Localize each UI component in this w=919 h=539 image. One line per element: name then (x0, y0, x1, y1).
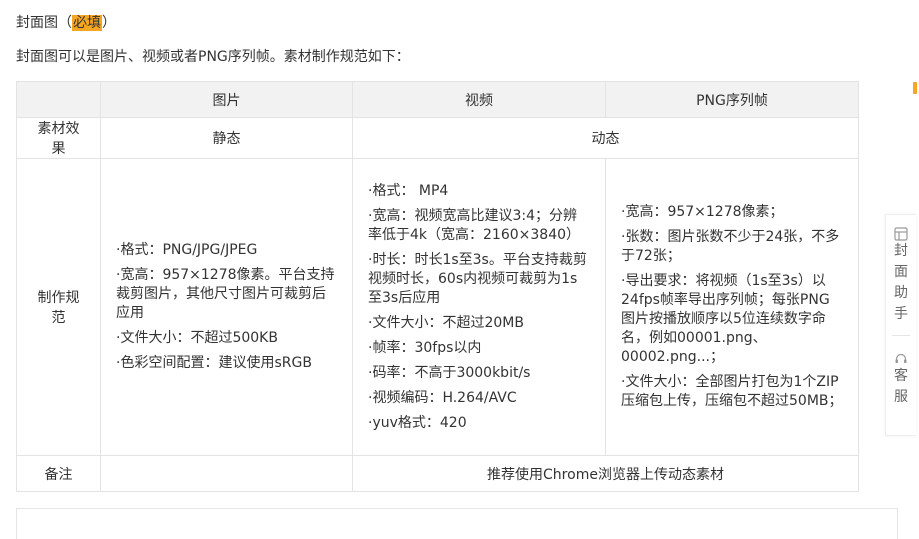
header-cell-image: 图片 (100, 81, 353, 118)
image-spec-item: ·格式：PNG/JPG/JPEG (116, 242, 258, 258)
table-header-row: 图片 视频 PNG序列帧 (16, 81, 859, 118)
header-cell-video: 视频 (352, 81, 606, 118)
video-spec-item: ·视频编码：H.264/AVC (368, 389, 517, 406)
header-cell-png: PNG序列帧 (605, 81, 859, 118)
png-spec-item: ·文件大小：全部图片打包为1个ZIP压缩包上传，压缩包不超过50MB； (621, 374, 843, 409)
video-spec-item: ·yuv格式：420 (368, 414, 467, 431)
effect-label: 素材效果 (16, 117, 101, 159)
helper-label-char: 封 (894, 243, 908, 259)
video-spec-item: ·码率：不高于3000kbit/s (368, 364, 531, 381)
video-spec-item: ·宽高：视频宽高比建议3:4；分辨率低于4k（宽高：2160×3840） (368, 207, 581, 243)
png-spec-item: ·导出要求：将视频（1s至3s）以24fps帧率导出序列帧；每张PNG图片按播放… (621, 273, 830, 365)
customer-service-button[interactable]: 客 服 (894, 340, 908, 408)
png-spec-item: ·宽高：957×1278像素； (621, 204, 784, 220)
service-label-char: 客 (894, 368, 908, 384)
png-spec-cell: ·宽高：957×1278像素； ·张数：图片张数不少于24张，不多于72张； ·… (605, 158, 859, 456)
note-image (100, 455, 353, 492)
service-label-char: 服 (894, 389, 908, 405)
spec-label: 制作规范 (16, 158, 101, 456)
floating-sidebar: 封 面 助 手 客 服 (885, 214, 916, 436)
effect-image: 静态 (100, 117, 353, 159)
image-spec-item: ·宽高：957×1278像素。平台支持裁剪图片，其他尺寸图片可裁剪后应用 (116, 267, 335, 321)
helper-label-char: 手 (894, 306, 908, 322)
sidebar-divider (892, 335, 910, 336)
required-badge: 必填 (72, 15, 102, 31)
image-spec-item: ·文件大小：不超过500KB (116, 330, 278, 346)
image-spec-item: ·色彩空间配置：建议使用sRGB (116, 355, 312, 371)
note-label: 备注 (16, 455, 101, 492)
helper-label-char: 助 (894, 285, 908, 301)
video-spec-item: ·格式： MP4 (368, 182, 449, 199)
table-row-specs: 制作规范 ·格式：PNG/JPG/JPEG ·宽高：957×1278像素。平台支… (16, 158, 859, 456)
header-cell-empty (16, 81, 101, 118)
next-section-box (16, 508, 898, 539)
cover-helper-icon (894, 227, 908, 241)
effect-dynamic: 动态 (352, 117, 859, 159)
video-spec-item: ·文件大小：不超过20MB (368, 314, 524, 331)
headset-icon (894, 352, 908, 366)
table-row-note: 备注 推荐使用Chrome浏览器上传动态素材 (16, 455, 859, 492)
helper-label-char: 面 (894, 264, 908, 280)
section-title: 封面图（必填） (16, 13, 116, 33)
png-spec-item: ·张数：图片张数不少于24张，不多于72张； (621, 229, 840, 264)
note-dynamic: 推荐使用Chrome浏览器上传动态素材 (352, 455, 859, 492)
video-spec-cell: ·格式： MP4 ·宽高：视频宽高比建议3:4；分辨率低于4k（宽高：2160×… (352, 158, 606, 456)
video-spec-item: ·帧率：30fps以内 (368, 339, 482, 356)
title-text: 封面图（ (16, 15, 72, 31)
table-row-effect: 素材效果 静态 动态 (16, 117, 859, 159)
video-spec-item: ·时长：时长1s至3s。平台支持裁剪视频时长，60s内视频可裁剪为1s至3s后应… (368, 251, 587, 306)
title-close: ） (102, 15, 116, 31)
spec-table: 图片 视频 PNG序列帧 素材效果 静态 动态 制作规范 ·格式：PNG/JPG… (16, 81, 859, 492)
scroll-marker (913, 82, 917, 94)
image-spec-cell: ·格式：PNG/JPG/JPEG ·宽高：957×1278像素。平台支持裁剪图片… (100, 158, 353, 456)
cover-helper-button[interactable]: 封 面 助 手 (894, 215, 908, 325)
section-description: 封面图可以是图片、视频或者PNG序列帧。素材制作规范如下： (16, 49, 410, 65)
